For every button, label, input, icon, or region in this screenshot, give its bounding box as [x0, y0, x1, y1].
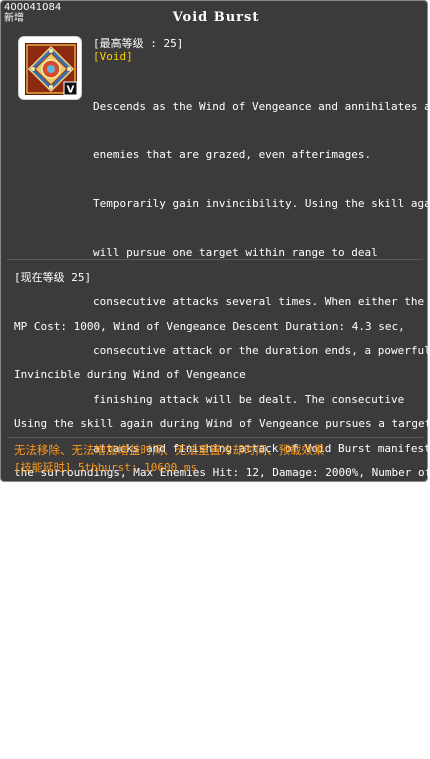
max-level-label: [最高等级 : 25]: [93, 37, 184, 50]
current-level-details: MP Cost: 1000, Wind of Vengeance Descent…: [14, 286, 430, 759]
description-line: Temporarily gain invincibility. Using th…: [93, 197, 430, 211]
detail-line: Using the skill again during Wind of Ven…: [14, 417, 430, 431]
description-line: Descends as the Wind of Vengeance and an…: [93, 99, 430, 113]
detail-line: 5 consecutive attacks or duration ends, …: [14, 564, 412, 578]
skill-tooltip: 400041084 新增 Void Burst V [最高等级 : 25] [V…: [0, 0, 430, 724]
void-burst-skill-icon: V: [25, 43, 77, 95]
section-divider: [7, 259, 423, 260]
skill-title: Void Burst: [172, 10, 260, 25]
detail-line: Consecutive Attacks: 12: [14, 515, 167, 529]
detail-line: Damage: 2100%, Number of Attacks: 15, Ch…: [14, 612, 430, 626]
current-level-label: [现在等级 25]: [14, 271, 92, 284]
restriction-notice: 无法移除、无法增加增益时间、无法重置冷却时间、预载效果: [14, 443, 325, 457]
section-divider: [7, 437, 423, 438]
detail-line: Cooldown: 180 sec: [14, 710, 127, 724]
detail-line: Invincible during Wind of Vengeance: [14, 368, 246, 382]
description-line: enemies that are grazed, even afterimage…: [93, 148, 372, 162]
svg-text:V: V: [67, 85, 75, 96]
detail-line: Duration: 3.5 sec: [14, 661, 127, 675]
skill-delay: [技能延时] 5thburst: 10600 ms: [14, 461, 198, 474]
detail-line: MP Cost: 1000, Wind of Vengeance Descent…: [14, 319, 405, 333]
skill-type-tag: [Void]: [93, 50, 133, 63]
skill-icon-frame: V: [18, 36, 82, 100]
